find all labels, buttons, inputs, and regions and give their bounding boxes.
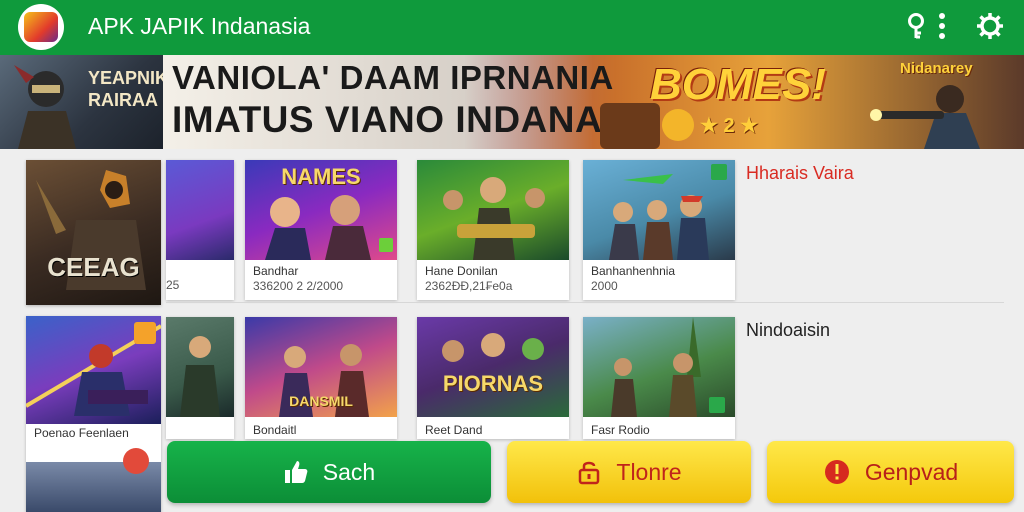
space-warrior-illustration (26, 322, 161, 416)
sach-button[interactable]: Sach (167, 441, 491, 503)
banner-headline-1: VANIOLA' DAAM IPRNANIA (172, 59, 614, 96)
banner-bonus-title: BOMES! (650, 60, 826, 109)
more-vert-icon[interactable] (926, 10, 958, 42)
row1-card-1-sub: 25 (166, 278, 180, 292)
row2-game-card-3[interactable]: PIORNAS Reet Dand (417, 317, 569, 439)
section-divider (166, 302, 1004, 303)
row1-card-4-title: Banhanhenhnia (591, 264, 676, 278)
genpvad-button[interactable]: Genpvad (767, 441, 1014, 503)
row2-card-4-title: Fasr Rodio (591, 423, 650, 437)
thumbs-up-icon (284, 461, 308, 483)
row1-game-card-3[interactable]: Hane Donilan 2362ÐÐ,21₣e0a (417, 160, 569, 300)
sidebar-card-2-badge (123, 448, 149, 474)
row1-game-card-2[interactable]: NAMES Bandhar 336200 2 2/2000 (245, 160, 397, 300)
banner-left-text: YEAPNIK RAIRAA (88, 68, 169, 110)
knight-illustration (36, 170, 146, 290)
alert-icon (824, 460, 849, 484)
row1-card-3-art (417, 160, 569, 260)
row2-card-3-art: PIORNAS (417, 317, 569, 417)
sidebar-card-1-art: CEEAG (26, 160, 161, 305)
soldiers-illustration (443, 177, 545, 260)
row2-card-2-art: DANSMIL (245, 317, 397, 417)
banner-corner-tag: Nidanarey (900, 60, 973, 77)
sidebar-card-1-art-text: CEEAG (47, 252, 140, 282)
warrior-illustration (14, 65, 76, 149)
sidebar-card-2-label: Poenao Feenlaen (34, 426, 129, 440)
row1-card-2-art-text: NAMES (281, 164, 361, 189)
fighter-illustration (180, 336, 220, 417)
fantasy-heroes-illustration (442, 333, 544, 362)
row2-section-title[interactable]: Nindoaisin (746, 320, 830, 341)
app-title: APK JAPIK Indanasia (88, 13, 311, 39)
row2-card-3-title: Reet Dand (425, 423, 483, 437)
settings-gear-icon[interactable] (974, 10, 1006, 42)
app-logo-image (24, 12, 58, 42)
banner-left-art: YEAPNIK RAIRAA (0, 55, 169, 149)
sach-button-label: Sach (322, 458, 376, 485)
lock-icon (579, 461, 600, 485)
row1-card-2-sub: 336200 2 2/2000 (253, 279, 344, 293)
row1-card-4-art (583, 160, 735, 260)
tlonre-button-label: Tlonre (616, 458, 682, 485)
tlonre-button[interactable]: Tlonre (507, 441, 751, 503)
sidebar-card-2-art (26, 316, 161, 424)
sidebar-game-card-1[interactable]: CEEAG (26, 160, 161, 305)
genpvad-button-label: Genpvad (864, 458, 959, 485)
row2-card-2-art-text: DANSMIL (289, 393, 353, 409)
row2-card-3-art-text: PIORNAS (442, 371, 544, 396)
promo-banner[interactable]: YEAPNIK RAIRAA VANIOLA' DAAM IPRNANIA IM… (0, 55, 1024, 149)
app-bar: APK JAPIK Indanasia (0, 0, 1024, 55)
row1-card-2-title: Bandhar (253, 264, 299, 278)
row1-card-3-sub: 2362ÐÐ,21₣e0a (425, 279, 513, 293)
kids-adventure-illustration (609, 164, 727, 260)
row1-game-card-4[interactable]: Banhanhenhnia 2000 (583, 160, 735, 300)
banner-bonus-subtitle: ★ 2 ★ (700, 115, 759, 137)
row2-card-2-title: Bondaitl (253, 423, 297, 437)
row1-section-title[interactable]: Hharais Vaira (746, 163, 854, 184)
row1-game-card-1[interactable]: 25 (166, 160, 234, 300)
row1-card-2-art: NAMES (245, 160, 397, 260)
row2-card-4-art (583, 317, 735, 417)
jungle-hunters-illustration (611, 317, 725, 417)
row2-card-1-art (166, 317, 234, 417)
row2-game-card-1[interactable] (166, 317, 234, 439)
row1-card-1-art (166, 160, 234, 260)
row1-card-4-sub: 2000 (591, 279, 618, 293)
row2-game-card-2[interactable]: DANSMIL Bondaitl (245, 317, 397, 439)
sidebar-game-card-2[interactable]: Poenao Feenlaen (26, 316, 161, 512)
app-logo[interactable] (18, 4, 64, 50)
row2-game-card-4[interactable]: Fasr Rodio (583, 317, 735, 439)
banner-headline-2: IMATUS VIANO INDANANS (172, 99, 655, 140)
row1-card-3-title: Hane Donilan (425, 264, 498, 278)
